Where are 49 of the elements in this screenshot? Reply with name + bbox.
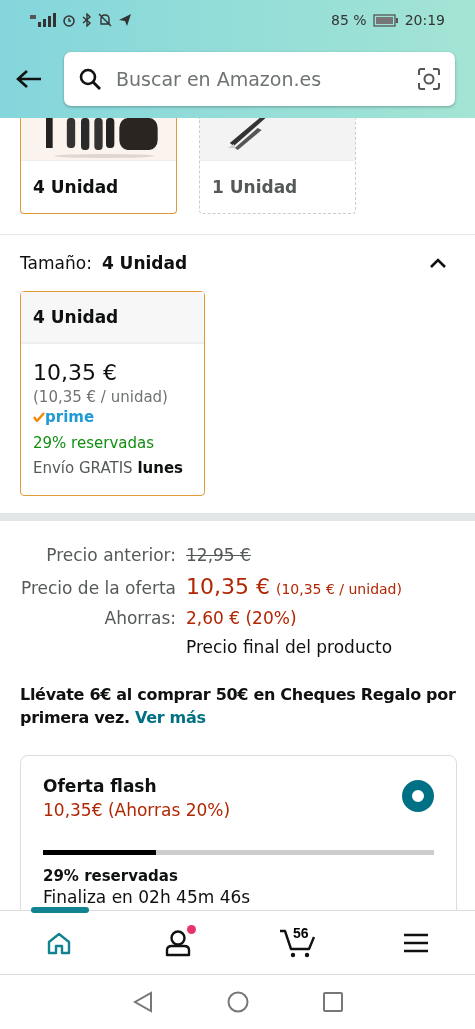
signal-icon: [30, 13, 56, 27]
price-label: Precio anterior:: [45, 545, 176, 565]
active-indicator: [31, 907, 90, 913]
size-swatch[interactable]: 4 Unidad: [20, 118, 177, 214]
chevron-up-icon[interactable]: [429, 257, 447, 269]
alarm-icon: [62, 13, 76, 27]
see-more-link[interactable]: Ver más: [134, 708, 206, 728]
deal-price: 10,35€ (Ahorras 20%): [43, 800, 231, 821]
menu-icon: [402, 932, 429, 953]
size-value: 4 Unidad: [101, 253, 189, 273]
bluetooth-icon: [82, 13, 92, 27]
camera-scan-icon[interactable]: [417, 67, 441, 91]
countdown-text: Finaliza en 02h 45m 46s: [43, 887, 252, 908]
option-price: 10,35 €: [33, 360, 117, 385]
cart-count: 56: [292, 925, 309, 941]
deal-title: Oferta flash: [43, 776, 158, 797]
option-title: 4 Unidad: [21, 292, 204, 344]
recents-icon[interactable]: [322, 992, 343, 1012]
unit-price: (10,35 € / unidad): [33, 388, 168, 406]
clock: 20:19: [404, 12, 445, 28]
cart-icon: [278, 927, 315, 958]
final-price-note: Precio final del producto: [186, 637, 393, 657]
shipping-text: Envío GRATIS lunes: [33, 459, 183, 477]
back-arrow-icon[interactable]: [16, 69, 42, 89]
send-icon: [118, 13, 132, 27]
battery-icon: [372, 13, 399, 27]
price-label: Ahorras:: [103, 608, 176, 628]
account-icon: [165, 928, 192, 957]
price-label: Precio de la oferta: [19, 578, 176, 598]
savings-amount: 2,60 € (20%): [186, 608, 297, 628]
size-label: Tamaño:: [20, 253, 92, 273]
deal-price: 10,35 €: [186, 574, 270, 599]
unit-price: (10,35 € / unidad): [276, 581, 402, 597]
promo-text: Llévate 6€ al comprar 50€ en Cheques Regalo por primera vez. Ver más: [19, 684, 457, 730]
size-swatch[interactable]: 1 Unidad: [199, 118, 356, 214]
home-button-icon[interactable]: [226, 991, 249, 1013]
cart-tab[interactable]: 56: [256, 911, 337, 974]
battery-percent: 85 %: [331, 12, 367, 28]
reserved-text: 29% reservadas: [33, 434, 154, 452]
radio-button[interactable]: [402, 780, 434, 813]
muted-bell-icon: [98, 13, 112, 27]
old-price: 12,95 €: [186, 545, 251, 565]
back-icon[interactable]: [132, 991, 153, 1013]
prime-badge: prime: [33, 408, 95, 426]
search-input[interactable]: Buscar en Amazon.es: [114, 67, 405, 91]
reserved-text: 29% reservadas: [43, 867, 179, 886]
search-field[interactable]: Buscar en Amazon.es: [64, 52, 455, 106]
size-option-card[interactable]: 4 Unidad 10,35 € (10,35 € / unidad) prime 29% reservadas Envío GRATIS lunes: [20, 291, 205, 496]
search-icon: [78, 67, 102, 91]
